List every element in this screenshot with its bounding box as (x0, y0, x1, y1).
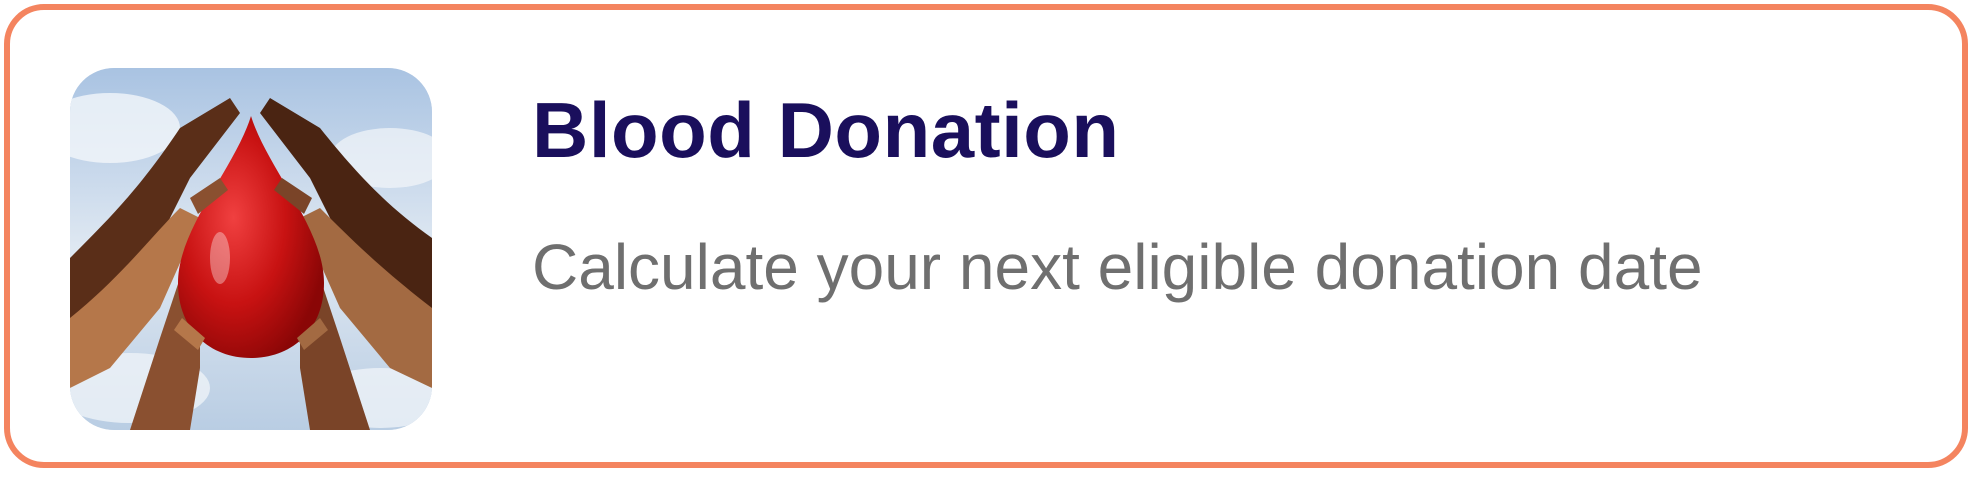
blood-donation-card[interactable]: Blood Donation Calculate your next eligi… (4, 4, 1968, 468)
card-text: Blood Donation Calculate your next eligi… (532, 80, 1832, 310)
card-subtitle: Calculate your next eligible donation da… (532, 231, 1703, 303)
blood-drop-hands-image (70, 68, 432, 430)
card-title: Blood Donation (532, 86, 1120, 174)
